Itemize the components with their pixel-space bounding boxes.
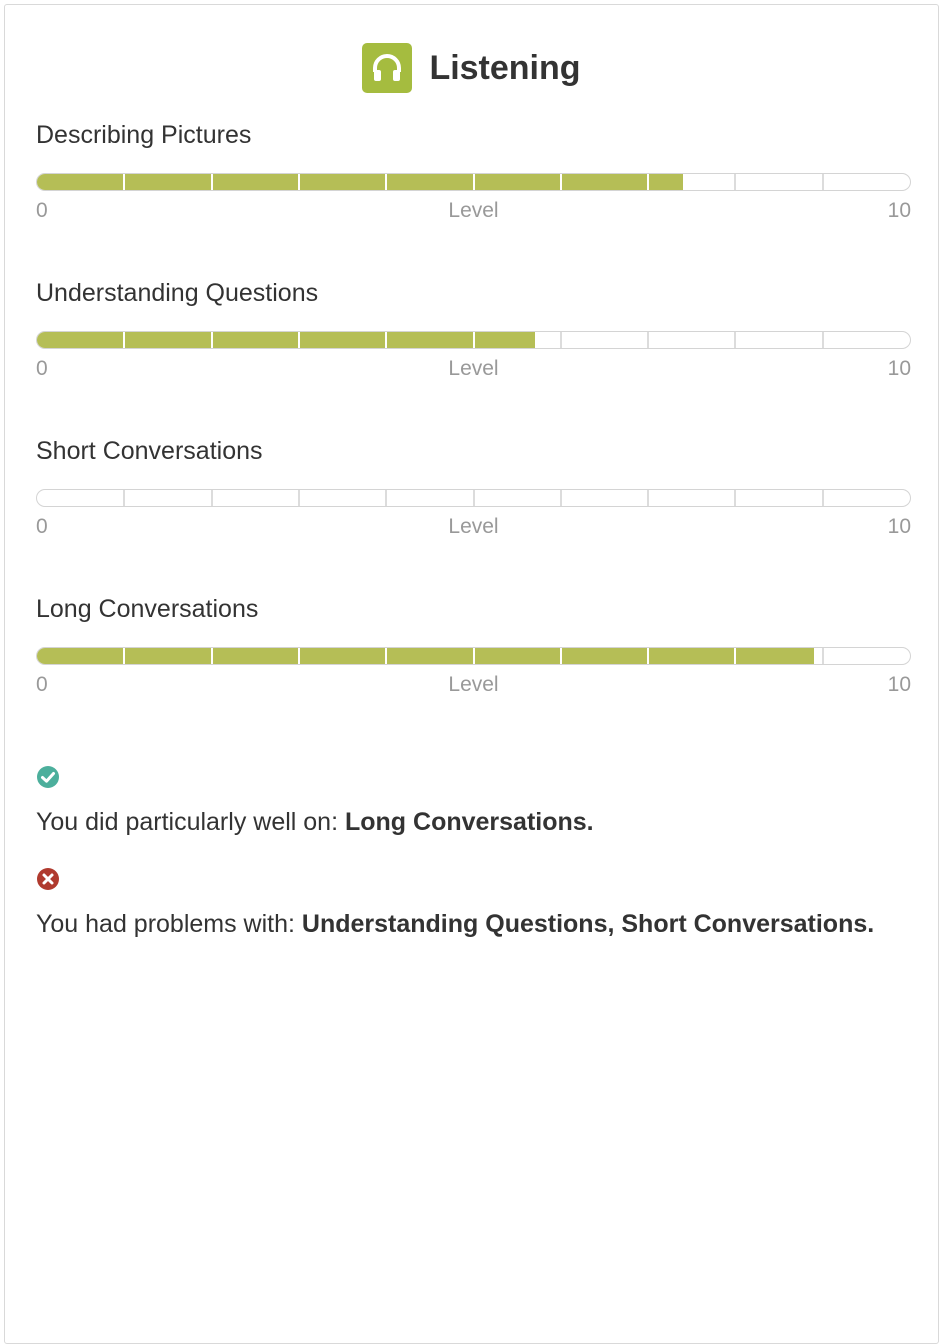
strengths-items: Long Conversations. [344,808,594,836]
level-tick [734,332,737,348]
level-tick [647,332,650,348]
listening-results-panel: Listening Describing Pictures 0 Level 10… [4,4,939,1344]
level-tick [647,648,650,664]
level-tick [821,648,824,664]
scale-max-label: 10 [887,515,911,538]
level-tick [297,648,300,664]
level-tick [123,490,126,506]
problems-prefix: You had problems with: [36,910,302,938]
level-tick [559,174,562,190]
level-tick [123,332,126,348]
skill-understanding-questions: Understanding Questions 0 Level 10 [36,275,911,433]
level-tick [210,648,213,664]
level-tick [385,490,388,506]
scale-axis-label: Level [448,515,499,538]
scale-max-label: 10 [887,357,911,380]
level-tick [821,174,824,190]
level-tick [297,174,300,190]
level-tick [647,174,650,190]
level-tick [734,648,737,664]
level-tick [297,332,300,348]
level-bar [36,489,911,507]
problems-feedback: You had problems with: Understanding Que… [36,867,916,945]
headphones-icon [362,43,413,93]
level-tick [385,648,388,664]
scale-axis-label: Level [448,673,499,696]
level-bar [36,173,911,191]
section-title: Listening [429,48,581,87]
level-tick [472,490,475,506]
feedback-section: You did particularly well on: Long Conve… [36,765,916,969]
level-scale: 0 Level 10 [36,357,911,397]
level-bar-fill [37,174,684,190]
skill-long-conversations: Long Conversations 0 Level 10 [36,591,911,749]
level-tick [821,490,824,506]
scale-max-label: 10 [887,199,911,222]
scale-axis-label: Level [448,199,499,222]
skill-name: Understanding Questions [36,279,319,307]
problems-text: You had problems with: Understanding Que… [36,903,916,945]
skills-list: Describing Pictures 0 Level 10 Understan… [36,117,911,749]
level-bar-fill [37,332,535,348]
level-tick [472,174,475,190]
x-circle-icon [37,868,59,890]
level-tick [210,332,213,348]
level-tick [821,332,824,348]
skill-name: Describing Pictures [36,121,252,149]
level-scale: 0 Level 10 [36,673,911,713]
skill-short-conversations: Short Conversations 0 Level 10 [36,433,911,591]
level-tick [734,174,737,190]
level-tick [210,490,213,506]
level-bar [36,331,911,349]
level-scale: 0 Level 10 [36,515,911,555]
level-tick [297,490,300,506]
strengths-prefix: You did particularly well on: [36,808,345,836]
level-tick [385,174,388,190]
scale-axis-label: Level [448,357,499,380]
level-scale: 0 Level 10 [36,199,911,239]
level-tick [559,332,562,348]
skill-name: Long Conversations [36,595,259,623]
level-tick [559,490,562,506]
strengths-text: You did particularly well on: Long Conve… [36,801,916,843]
skill-describing-pictures: Describing Pictures 0 Level 10 [36,117,911,275]
check-circle-icon [37,766,59,788]
section-header: Listening [5,43,938,93]
level-tick [210,174,213,190]
skill-name: Short Conversations [36,437,263,465]
level-tick [734,490,737,506]
level-tick [472,648,475,664]
level-bar [36,647,911,665]
level-tick [559,648,562,664]
level-tick [472,332,475,348]
scale-max-label: 10 [887,673,911,696]
strengths-feedback: You did particularly well on: Long Conve… [36,765,916,843]
level-tick [123,648,126,664]
level-tick [385,332,388,348]
problems-items: Understanding Questions, Short Conversat… [301,910,875,938]
level-tick [123,174,126,190]
level-bar-fill [37,648,814,664]
level-tick [647,490,650,506]
